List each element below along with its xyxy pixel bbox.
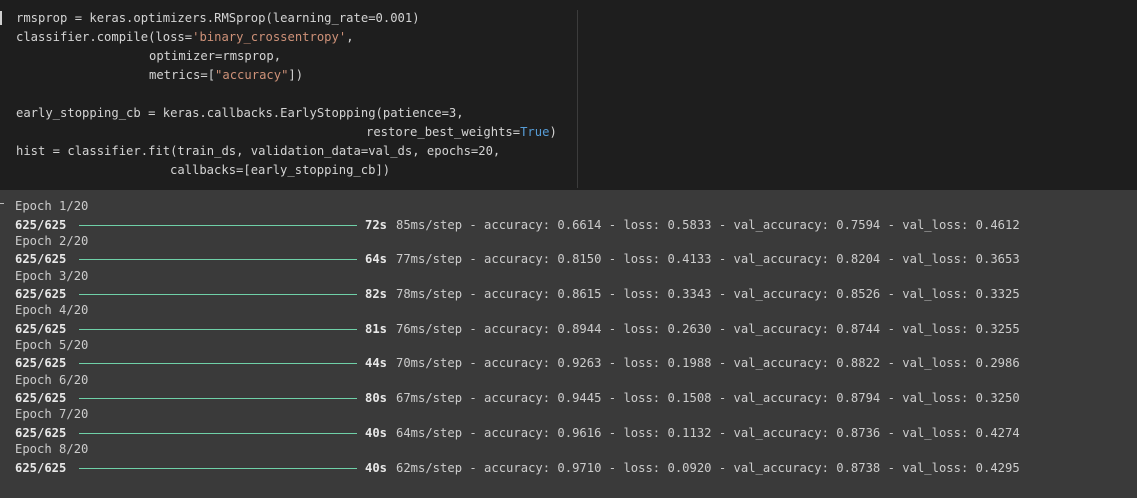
epoch-time: 80s <box>365 391 388 405</box>
code-keyword: True <box>520 125 550 139</box>
epoch-metrics: 85ms/step - accuracy: 0.6614 - loss: 0.5… <box>396 218 1020 232</box>
epoch-time: 44s <box>365 356 388 370</box>
progress-steps: 625/625 <box>15 322 67 336</box>
output-marker <box>0 203 4 204</box>
progress-bar <box>79 363 357 364</box>
progress-steps: 625/625 <box>15 287 67 301</box>
epoch-time: 40s <box>365 426 388 440</box>
epoch-time: 72s <box>365 218 388 232</box>
progress-bar <box>79 225 357 226</box>
code-text: ]) <box>288 68 304 82</box>
epoch-time: 64s <box>365 252 388 266</box>
progress-row: 625/625 44s 70ms/step - accuracy: 0.9263… <box>15 355 1115 371</box>
code-text: early_stopping_cb = keras.callbacks.Earl… <box>16 106 464 120</box>
progress-row: 625/625 64s 77ms/step - accuracy: 0.8150… <box>15 251 1115 267</box>
epoch-metrics: 76ms/step - accuracy: 0.8944 - loss: 0.2… <box>396 322 1020 336</box>
epoch-metrics: 77ms/step - accuracy: 0.8150 - loss: 0.4… <box>396 252 1020 266</box>
code-text: hist = classifier.fit(train_ds, validati… <box>16 144 501 158</box>
progress-steps: 625/625 <box>15 252 67 266</box>
progress-bar <box>79 329 357 330</box>
code-string: 'binary_crossentropy' <box>192 30 347 44</box>
code-line-9: callbacks=[early_stopping_cb]) <box>170 161 390 180</box>
progress-bar <box>79 294 357 295</box>
code-text: restore_best_weights= <box>366 125 521 139</box>
progress-row: 625/625 72s 85ms/step - accuracy: 0.6614… <box>15 217 1115 233</box>
progress-steps: 625/625 <box>15 391 67 405</box>
code-text: metrics=[ <box>149 68 216 82</box>
progress-bar <box>79 259 357 260</box>
epoch-label: Epoch 7/20 <box>15 407 89 421</box>
code-line-7: restore_best_weights=True) <box>366 123 557 142</box>
progress-row: 625/625 40s 62ms/step - accuracy: 0.9710… <box>15 460 1115 476</box>
code-text: ) <box>549 125 557 139</box>
epoch-label: Epoch 1/20 <box>15 199 89 213</box>
epoch-label: Epoch 8/20 <box>15 442 89 456</box>
epoch-time: 40s <box>365 461 388 475</box>
code-cell[interactable]: rmsprop = keras.optimizers.RMSprop(learn… <box>0 0 1137 190</box>
progress-steps: 625/625 <box>15 356 67 370</box>
progress-row: 625/625 82s 78ms/step - accuracy: 0.8615… <box>15 286 1115 302</box>
epoch-metrics: 67ms/step - accuracy: 0.9445 - loss: 0.1… <box>396 391 1020 405</box>
progress-steps: 625/625 <box>15 426 67 440</box>
epoch-metrics: 62ms/step - accuracy: 0.9710 - loss: 0.0… <box>396 461 1020 475</box>
progress-row: 625/625 40s 64ms/step - accuracy: 0.9616… <box>15 425 1115 441</box>
epoch-time: 81s <box>365 322 388 336</box>
epoch-time: 82s <box>365 287 388 301</box>
code-line-4: metrics=["accuracy"]) <box>149 66 303 85</box>
code-text: classifier.compile(loss= <box>16 30 193 44</box>
code-text: rmsprop = keras.optimizers.RMSprop(learn… <box>16 11 420 25</box>
progress-steps: 625/625 <box>15 218 67 232</box>
progress-bar <box>79 398 357 399</box>
code-string: "accuracy" <box>215 68 289 82</box>
code-text: optimizer=rmsprop, <box>149 49 282 63</box>
code-line-8: hist = classifier.fit(train_ds, validati… <box>16 142 500 161</box>
progress-steps: 625/625 <box>15 461 67 475</box>
epoch-label: Epoch 6/20 <box>15 373 89 387</box>
code-line-1: rmsprop = keras.optimizers.RMSprop(learn… <box>16 9 420 28</box>
code-ruler <box>577 10 578 188</box>
code-text: callbacks=[early_stopping_cb]) <box>170 163 391 177</box>
epoch-metrics: 78ms/step - accuracy: 0.8615 - loss: 0.3… <box>396 287 1020 301</box>
code-text: , <box>346 30 354 44</box>
epoch-label: Epoch 3/20 <box>15 269 89 283</box>
cell-output: Epoch 1/20 625/625 72s 85ms/step - accur… <box>0 190 1137 498</box>
progress-bar <box>79 433 357 434</box>
progress-row: 625/625 81s 76ms/step - accuracy: 0.8944… <box>15 321 1115 337</box>
progress-bar <box>79 468 357 469</box>
cell-focus-indicator <box>0 11 2 25</box>
code-line-6: early_stopping_cb = keras.callbacks.Earl… <box>16 104 464 123</box>
epoch-metrics: 70ms/step - accuracy: 0.9263 - loss: 0.1… <box>396 356 1020 370</box>
epoch-label: Epoch 2/20 <box>15 234 89 248</box>
epoch-label: Epoch 4/20 <box>15 303 89 317</box>
epoch-label: Epoch 5/20 <box>15 338 89 352</box>
code-line-2: classifier.compile(loss='binary_crossent… <box>16 28 354 47</box>
epoch-metrics: 64ms/step - accuracy: 0.9616 - loss: 0.1… <box>396 426 1020 440</box>
code-line-3: optimizer=rmsprop, <box>149 47 281 66</box>
progress-row: 625/625 80s 67ms/step - accuracy: 0.9445… <box>15 390 1115 406</box>
